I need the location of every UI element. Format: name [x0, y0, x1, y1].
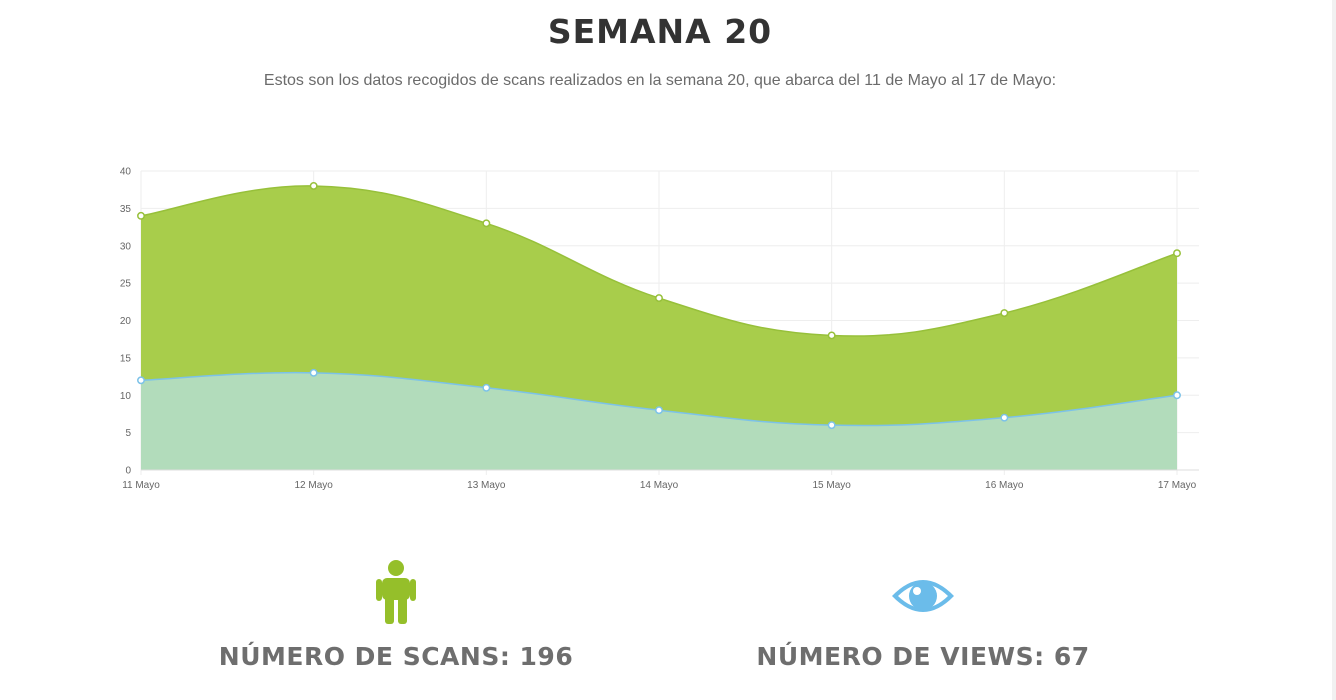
y-tick-label: 25: [120, 279, 132, 290]
scans-point: [309, 182, 318, 190]
views-point: [827, 421, 836, 430]
scans-point: [827, 331, 836, 340]
views-point: [655, 406, 663, 415]
scans-point: [1000, 309, 1009, 317]
views-point: [137, 376, 145, 385]
eye-icon: [892, 580, 954, 612]
x-tick-label: 16 Mayo: [985, 480, 1024, 491]
scans-point: [1173, 249, 1181, 258]
scans-point: [482, 219, 491, 228]
person-icon: [376, 560, 416, 624]
y-tick-label: 5: [125, 428, 131, 439]
views-count-label: NÚMERO DE VIEWS: 67: [756, 642, 1090, 671]
y-tick-label: 20: [120, 316, 132, 327]
y-tick-label: 10: [120, 391, 132, 402]
y-tick-label: 40: [120, 167, 132, 178]
x-tick-label: 15 Mayo: [812, 480, 851, 491]
scans-point: [137, 211, 145, 220]
scans-count-label: NÚMERO DE SCANS: 196: [218, 642, 574, 671]
x-tick-label: 11 Mayo: [122, 480, 160, 491]
x-tick-label: 14 Mayo: [640, 480, 679, 491]
views-point: [309, 368, 318, 377]
x-tick-label: 12 Mayo: [294, 480, 333, 491]
y-tick-label: 30: [120, 241, 132, 252]
scans-point: [655, 294, 663, 303]
chart-svg: 0 5 10 15 20 25 30 35 40 11 Mayo 12 Mayo 13 Mayo 14 …: [120, 167, 1199, 491]
scrollbar[interactable]: [1332, 0, 1336, 700]
x-tick-label: 17 Mayo: [1158, 480, 1197, 491]
views-point: [1173, 391, 1181, 400]
x-tick-label: 13 Mayo: [467, 480, 506, 491]
views-point: [1000, 413, 1009, 422]
scans-stat: NÚMERO DE SCANS: 196: [186, 560, 606, 671]
y-tick-label: 35: [120, 204, 132, 215]
area-chart: 0 5 10 15 20 25 30 35 40 11 Mayo 12 Mayo 13 Mayo 14 …: [0, 0, 1336, 520]
y-tick-label: 0: [125, 466, 131, 477]
views-stat: NÚMERO DE VIEWS: 67: [713, 560, 1133, 671]
y-tick-label: 15: [120, 353, 132, 364]
views-point: [482, 383, 491, 392]
